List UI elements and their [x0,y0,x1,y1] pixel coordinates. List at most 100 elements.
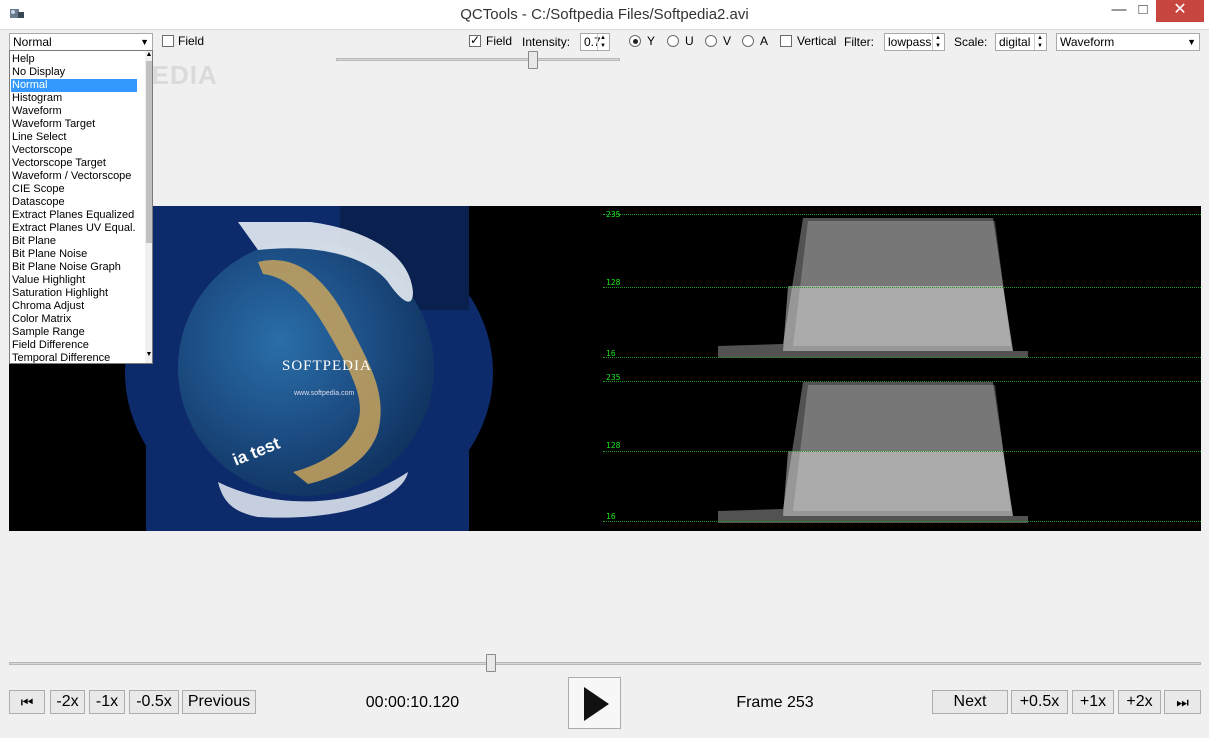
scroll-up-icon[interactable]: ▲ [145,51,152,58]
waveform-label-16: 16 [606,512,616,521]
field-label-left: Field [178,34,205,48]
intensity-spinbox[interactable]: 0.7 ▲ ▼ [580,33,610,51]
vertical-label: Vertical [797,34,837,48]
spin-down-icon[interactable]: ▼ [597,42,608,50]
next-button[interactable]: Next [932,690,1008,714]
radio-y[interactable] [629,35,641,47]
speed-minus-1x-button[interactable]: -1x [89,690,125,714]
waveform-level-line-235 [603,381,1201,382]
filter-label: Filter: [844,35,874,49]
waveform-plot [718,218,1028,523]
intensity-slider-handle[interactable] [528,51,538,69]
chevron-down-icon: ▼ [1187,37,1196,47]
filter-dropdown-list[interactable]: Help No Display Normal Histogram Wavefor… [9,50,153,364]
radio-u[interactable] [667,35,679,47]
view-select-right[interactable]: Waveform ▼ [1056,33,1200,51]
dropdown-option-bit-plane[interactable]: Bit Plane [11,235,137,248]
field-checkbox-left[interactable] [162,35,174,47]
video-overlay-title: SOFTPEDIA [282,358,372,374]
frame-forward-button[interactable]: ⏭ [1164,690,1201,714]
dropdown-scrollbar-thumb[interactable] [146,61,152,243]
skip-back-icon: ⏮ [20,694,34,710]
dropdown-option-no-display[interactable]: No Display [11,66,137,79]
filter-value: lowpass [888,35,932,49]
dropdown-option-saturation-highlight[interactable]: Saturation Highlight [11,287,137,300]
close-button[interactable]: ✕ [1156,0,1204,22]
dropdown-option-sample-range[interactable]: Sample Range [11,326,137,339]
dropdown-option-waveform-target[interactable]: Waveform Target [11,118,137,131]
filter-select-left[interactable]: Normal ▼ [9,33,153,51]
speed-plus-2x-button[interactable]: +2x [1118,690,1161,714]
play-icon [584,687,609,721]
waveform-level-line-235 [603,214,1201,215]
radio-v-label: V [723,34,732,48]
intensity-label: Intensity: [522,35,571,49]
play-button[interactable] [568,677,621,729]
dropdown-option-bit-plane-noise[interactable]: Bit Plane Noise [11,248,137,261]
dropdown-scrollbar[interactable]: ▲ ▼ [145,51,152,363]
radio-a-label: A [760,34,769,48]
spin-down-icon[interactable]: ▼ [1034,42,1045,50]
scale-spinbox[interactable]: digital ▲ ▼ [995,33,1047,51]
radio-u-label: U [685,34,694,48]
timecode: 00:00:10.120 [365,694,460,711]
radio-a[interactable] [742,35,754,47]
waveform-level-line-16 [603,521,1201,522]
spin-up-icon[interactable]: ▲ [932,34,943,42]
dropdown-option-waveform[interactable]: Waveform [11,105,137,118]
filter-spinbox[interactable]: lowpass ▲ ▼ [884,33,945,51]
dropdown-option-field-difference[interactable]: Field Difference [11,339,137,352]
previous-button[interactable]: Previous [182,690,256,714]
spin-up-icon[interactable]: ▲ [1034,34,1045,42]
frame-label: Frame 253 [736,694,814,711]
view-select-value: Waveform [1060,35,1115,49]
waveform-label-128: 128 [606,278,621,287]
dropdown-option-extract-planes-uv[interactable]: Extract Planes UV Equal. [11,222,137,235]
dropdown-option-extract-planes-equalized[interactable]: Extract Planes Equalized [11,209,137,222]
scale-value: digital [999,35,1031,49]
waveform-label-128: 128 [606,441,621,450]
dropdown-option-vectorscope-target[interactable]: Vectorscope Target [11,157,137,170]
speed-minus-2x-button[interactable]: -2x [50,690,85,714]
dropdown-option-line-select[interactable]: Line Select [11,131,137,144]
dropdown-option-bit-plane-noise-graph[interactable]: Bit Plane Noise Graph [11,261,137,274]
dropdown-option-waveform-vectorscope[interactable]: Waveform / Vectorscope [11,170,137,183]
radio-v[interactable] [705,35,717,47]
spin-down-icon[interactable]: ▼ [932,42,943,50]
dropdown-option-value-highlight[interactable]: Value Highlight [11,274,137,287]
dropdown-option-help[interactable]: Help [11,53,137,66]
field-label-right: Field [486,34,513,48]
filter-select-value: Normal [13,35,52,49]
speed-plus-1x-button[interactable]: +1x [1072,690,1114,714]
waveform-label-16: 16 [606,349,616,358]
dropdown-option-vectorscope[interactable]: Vectorscope [11,144,137,157]
position-slider-handle[interactable] [486,654,496,672]
window-title: QCTools - C:/Softpedia Files/Softpedia2.… [460,6,749,23]
scale-label: Scale: [954,35,988,49]
scroll-down-icon[interactable]: ▼ [145,351,152,358]
waveform-label-235: 235 [606,373,621,382]
maximize-button[interactable]: □ [1133,0,1153,22]
dropdown-option-histogram[interactable]: Histogram [11,92,137,105]
field-checkbox-right[interactable] [469,33,481,47]
chevron-down-icon: ▼ [140,37,149,47]
speed-plus-half-button[interactable]: +0.5x [1011,690,1068,714]
dropdown-option-cie-scope[interactable]: CIE Scope [11,183,137,196]
frame-back-button[interactable]: ⏮ [9,690,45,714]
speed-minus-half-button[interactable]: -0.5x [129,690,179,714]
radio-y-label: Y [647,34,656,48]
minimize-button[interactable]: — [1105,0,1133,22]
dropdown-option-chroma-adjust[interactable]: Chroma Adjust [11,300,137,313]
waveform-level-line-128 [603,287,1201,288]
dropdown-option-normal[interactable]: Normal [11,79,137,92]
waveform-level-line-128 [603,451,1201,452]
dropdown-option-temporal-difference[interactable]: Temporal Difference [11,352,137,363]
vertical-checkbox[interactable] [780,35,792,47]
intensity-slider-track[interactable] [336,58,620,61]
video-overlay-url: www.softpedia.com [294,390,355,397]
dropdown-option-datascope[interactable]: Datascope [11,196,137,209]
position-slider-track[interactable] [9,662,1201,665]
dropdown-option-color-matrix[interactable]: Color Matrix [11,313,137,326]
spin-up-icon[interactable]: ▲ [597,34,608,42]
skip-forward-icon: ⏭ [1176,694,1189,710]
